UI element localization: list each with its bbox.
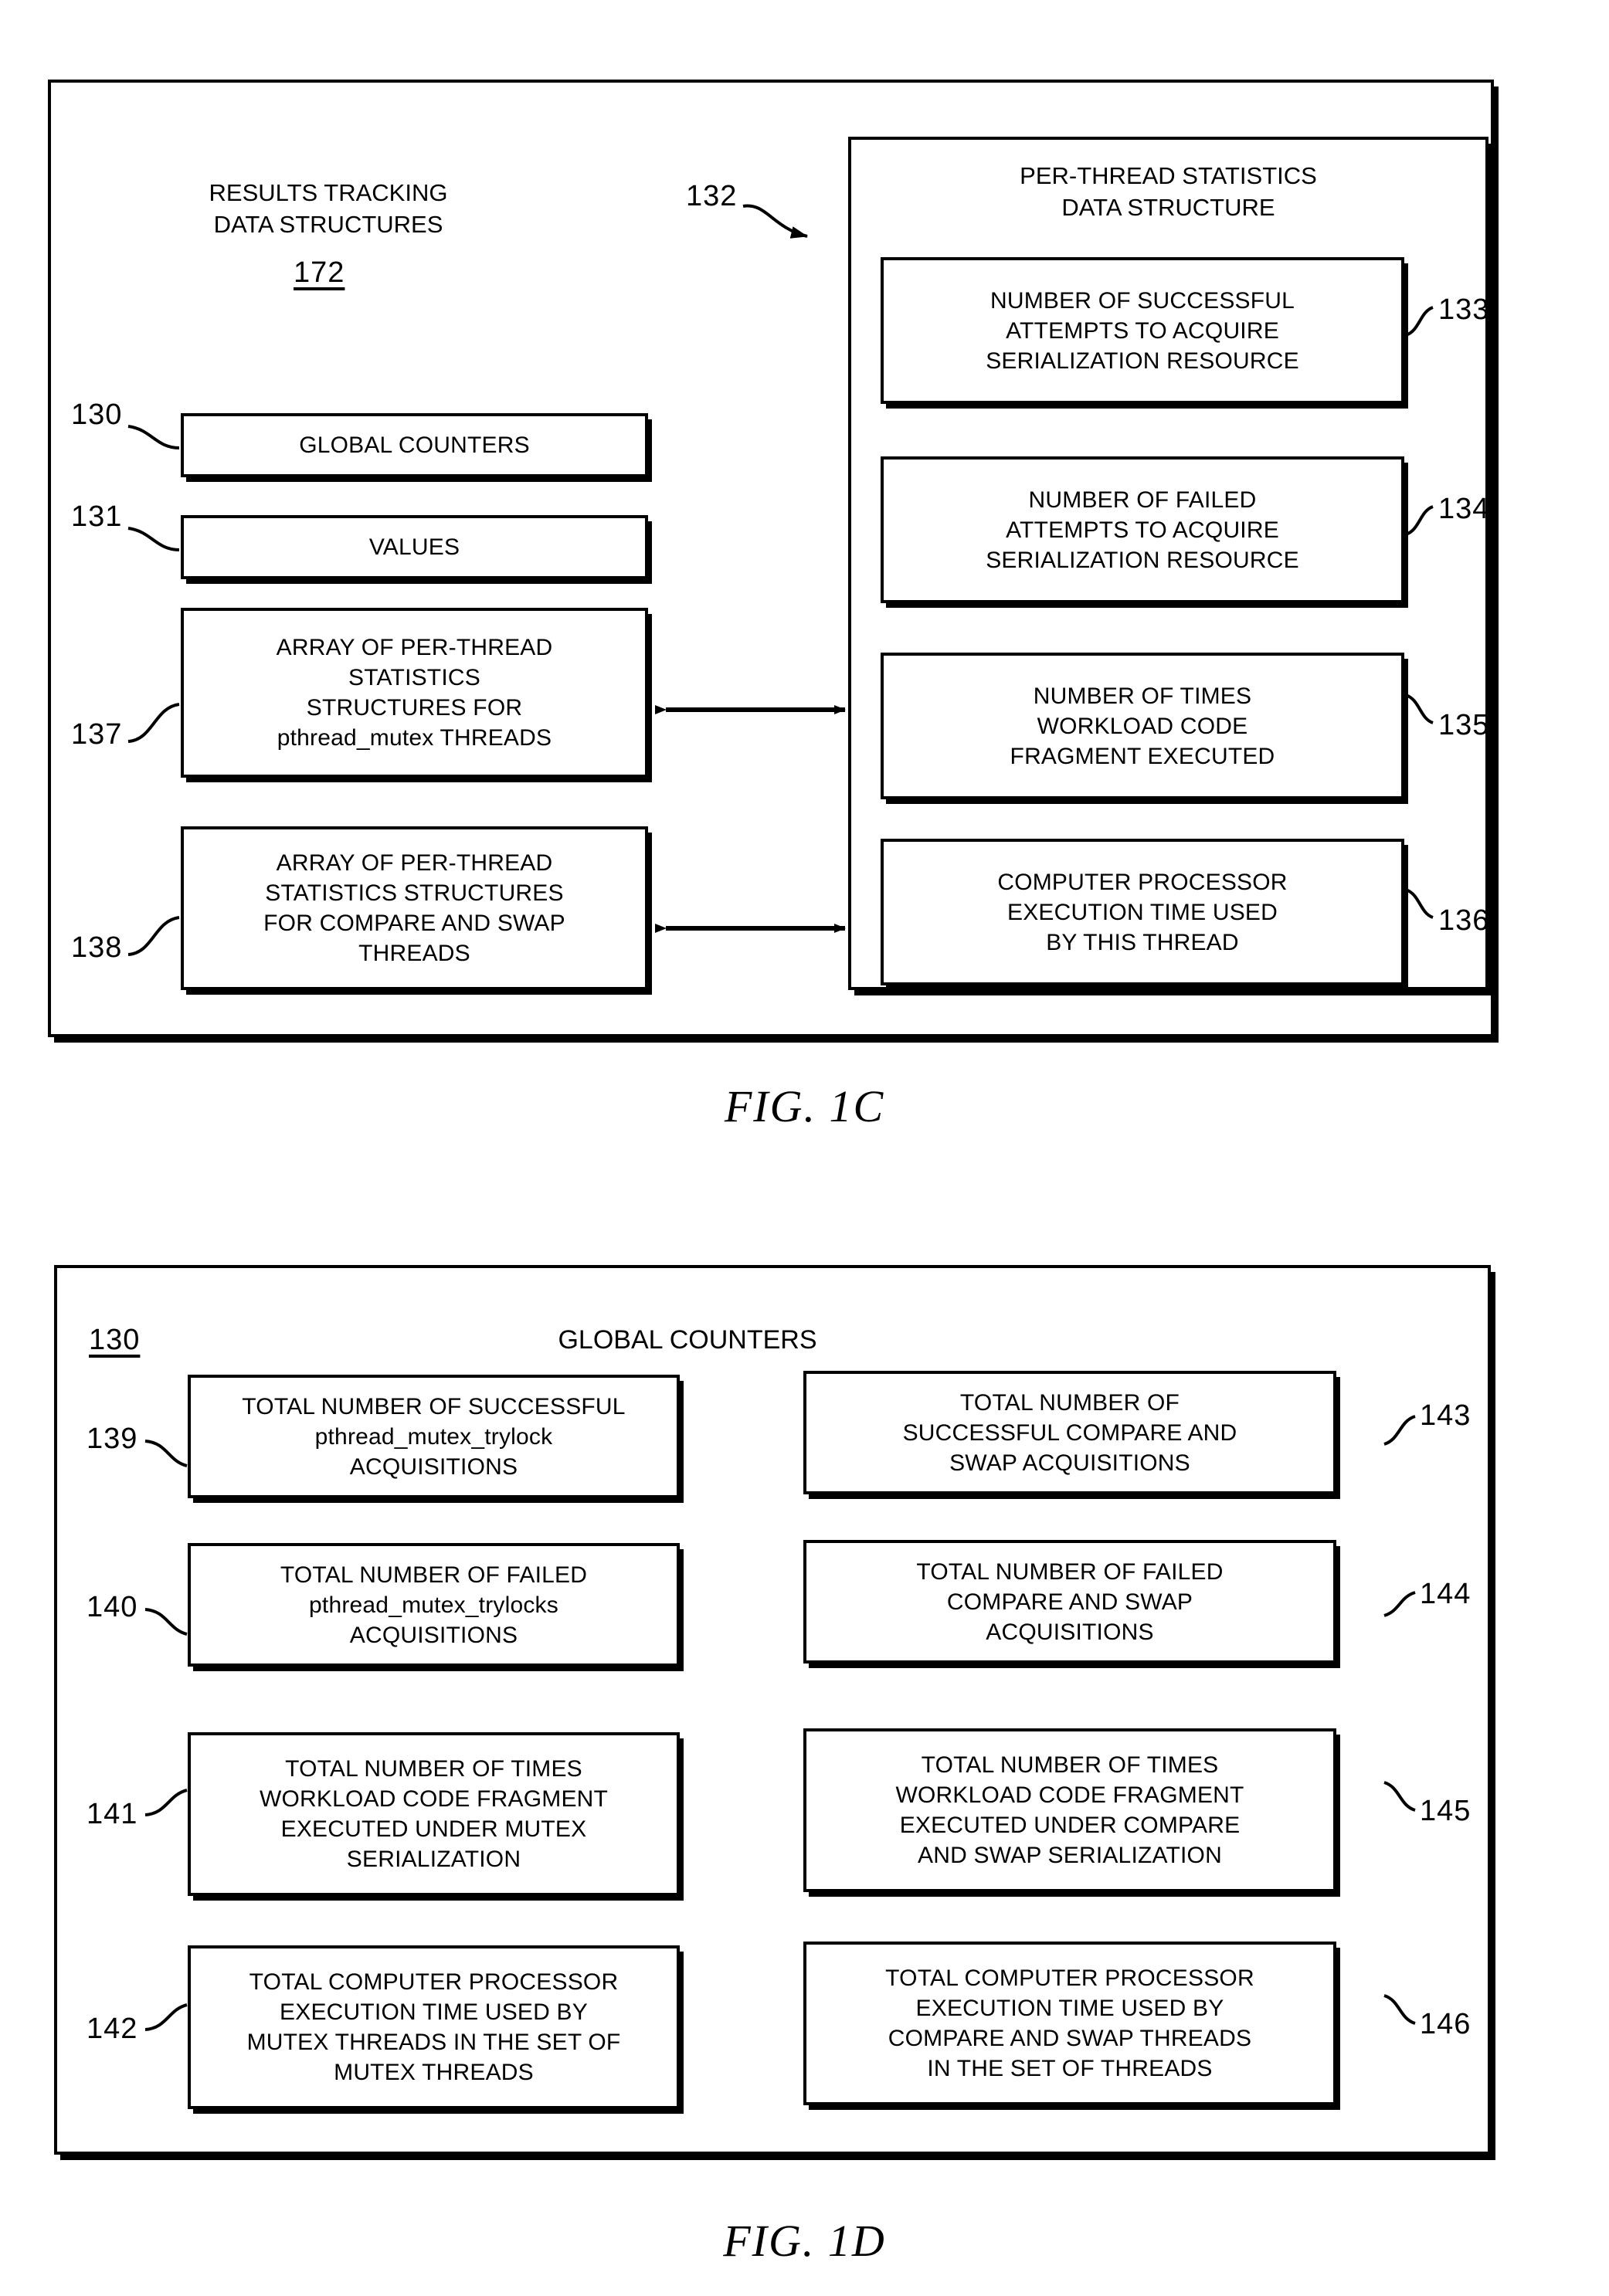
box-successful-attempts-acquire: NUMBER OF SUCCESSFUL ATTEMPTS TO ACQUIRE… bbox=[881, 257, 1404, 404]
results-tracking-title: RESULTS TRACKING DATA STRUCTURES bbox=[209, 179, 448, 238]
box-times-workload-executed: NUMBER OF TIMES WORKLOAD CODE FRAGMENT E… bbox=[881, 653, 1404, 799]
ref-141: 141 bbox=[87, 1798, 138, 1830]
box-total-cpu-mutex-threads: TOTAL COMPUTER PROCESSOR EXECUTION TIME … bbox=[188, 1945, 680, 2109]
ref-134: 134 bbox=[1438, 493, 1490, 525]
figure-1d-caption: FIG. 1D bbox=[723, 2216, 886, 2266]
box-total-successful-trylock: TOTAL NUMBER OF SUCCESSFUL pthread_mutex… bbox=[188, 1375, 680, 1498]
box-total-successful-cas: TOTAL NUMBER OF SUCCESSFUL COMPARE AND S… bbox=[803, 1371, 1336, 1494]
figure-1c-caption: FIG. 1C bbox=[724, 1081, 885, 1131]
box-values-label: VALUES bbox=[368, 534, 460, 560]
box-global-counters-label: GLOBAL COUNTERS bbox=[299, 432, 530, 458]
box-cpu-time-this-thread-label: COMPUTER PROCESSOR EXECUTION TIME USED B… bbox=[997, 869, 1288, 955]
box-total-failed-cas-label: TOTAL NUMBER OF FAILED COMPARE AND SWAP … bbox=[916, 1558, 1224, 1645]
box-total-failed-cas: TOTAL NUMBER OF FAILED COMPARE AND SWAP … bbox=[803, 1540, 1336, 1663]
box-total-times-under-cas: TOTAL NUMBER OF TIMES WORKLOAD CODE FRAG… bbox=[803, 1728, 1336, 1892]
box-total-successful-trylock-label: TOTAL NUMBER OF SUCCESSFUL pthread_mutex… bbox=[242, 1393, 626, 1480]
box-successful-attempts-acquire-label: NUMBER OF SUCCESSFUL ATTEMPTS TO ACQUIRE… bbox=[986, 287, 1299, 374]
ref-143: 143 bbox=[1420, 1399, 1472, 1432]
ref-136: 136 bbox=[1438, 904, 1490, 937]
ref-145: 145 bbox=[1420, 1795, 1472, 1827]
box-total-failed-trylocks-label: TOTAL NUMBER OF FAILED pthread_mutex_try… bbox=[280, 1562, 588, 1648]
ref-138: 138 bbox=[71, 931, 123, 964]
box-failed-attempts-acquire: NUMBER OF FAILED ATTEMPTS TO ACQUIRE SER… bbox=[881, 456, 1404, 603]
ref-144: 144 bbox=[1420, 1578, 1472, 1610]
box-values: VALUES bbox=[181, 515, 648, 579]
per-thread-statistics-title: PER-THREAD STATISTICS DATA STRUCTURE bbox=[1020, 162, 1317, 221]
ref-140: 140 bbox=[87, 1591, 138, 1623]
box-total-cpu-cas-threads-label: TOTAL COMPUTER PROCESSOR EXECUTION TIME … bbox=[885, 1965, 1254, 2081]
ref-131: 131 bbox=[71, 500, 123, 533]
box-array-compare-and-swap-threads-label: ARRAY OF PER-THREAD STATISTICS STRUCTURE… bbox=[263, 850, 565, 966]
box-total-cpu-mutex-threads-label: TOTAL COMPUTER PROCESSOR EXECUTION TIME … bbox=[246, 1969, 621, 2085]
patent-drawing-sheet: RESULTS TRACKING DATA STRUCTURES 172 PER… bbox=[0, 0, 1609, 2296]
box-total-times-under-cas-label: TOTAL NUMBER OF TIMES WORKLOAD CODE FRAG… bbox=[895, 1752, 1244, 1868]
ref-137: 137 bbox=[71, 718, 123, 751]
ref-130: 130 bbox=[71, 398, 123, 431]
box-failed-attempts-acquire-label: NUMBER OF FAILED ATTEMPTS TO ACQUIRE SER… bbox=[986, 487, 1299, 573]
ref-139: 139 bbox=[87, 1423, 138, 1455]
box-array-pthread-mutex-threads: ARRAY OF PER-THREAD STATISTICS STRUCTURE… bbox=[181, 608, 648, 778]
box-times-workload-executed-label: NUMBER OF TIMES WORKLOAD CODE FRAGMENT E… bbox=[1010, 683, 1275, 769]
global-counters-title: GLOBAL COUNTERS bbox=[558, 1325, 817, 1355]
box-total-cpu-cas-threads: TOTAL COMPUTER PROCESSOR EXECUTION TIME … bbox=[803, 1942, 1336, 2105]
box-total-times-under-mutex: TOTAL NUMBER OF TIMES WORKLOAD CODE FRAG… bbox=[188, 1732, 680, 1896]
box-array-compare-and-swap-threads: ARRAY OF PER-THREAD STATISTICS STRUCTURE… bbox=[181, 826, 648, 990]
global-counters-ref-130: 130 bbox=[89, 1324, 141, 1356]
results-tracking-ref-172: 172 bbox=[294, 256, 345, 289]
box-total-successful-cas-label: TOTAL NUMBER OF SUCCESSFUL COMPARE AND S… bbox=[902, 1389, 1237, 1476]
ref-142: 142 bbox=[87, 2013, 138, 2045]
per-thread-statistics-ref-132: 132 bbox=[686, 180, 738, 212]
box-total-failed-trylocks: TOTAL NUMBER OF FAILED pthread_mutex_try… bbox=[188, 1543, 680, 1667]
box-total-times-under-mutex-label: TOTAL NUMBER OF TIMES WORKLOAD CODE FRAG… bbox=[259, 1756, 609, 1872]
ref-133: 133 bbox=[1438, 293, 1490, 326]
ref-146: 146 bbox=[1420, 2008, 1472, 2040]
box-array-pthread-mutex-threads-label: ARRAY OF PER-THREAD STATISTICS STRUCTURE… bbox=[276, 635, 553, 751]
box-cpu-time-this-thread: COMPUTER PROCESSOR EXECUTION TIME USED B… bbox=[881, 839, 1404, 985]
box-global-counters: GLOBAL COUNTERS bbox=[181, 413, 648, 477]
ref-135: 135 bbox=[1438, 709, 1490, 741]
